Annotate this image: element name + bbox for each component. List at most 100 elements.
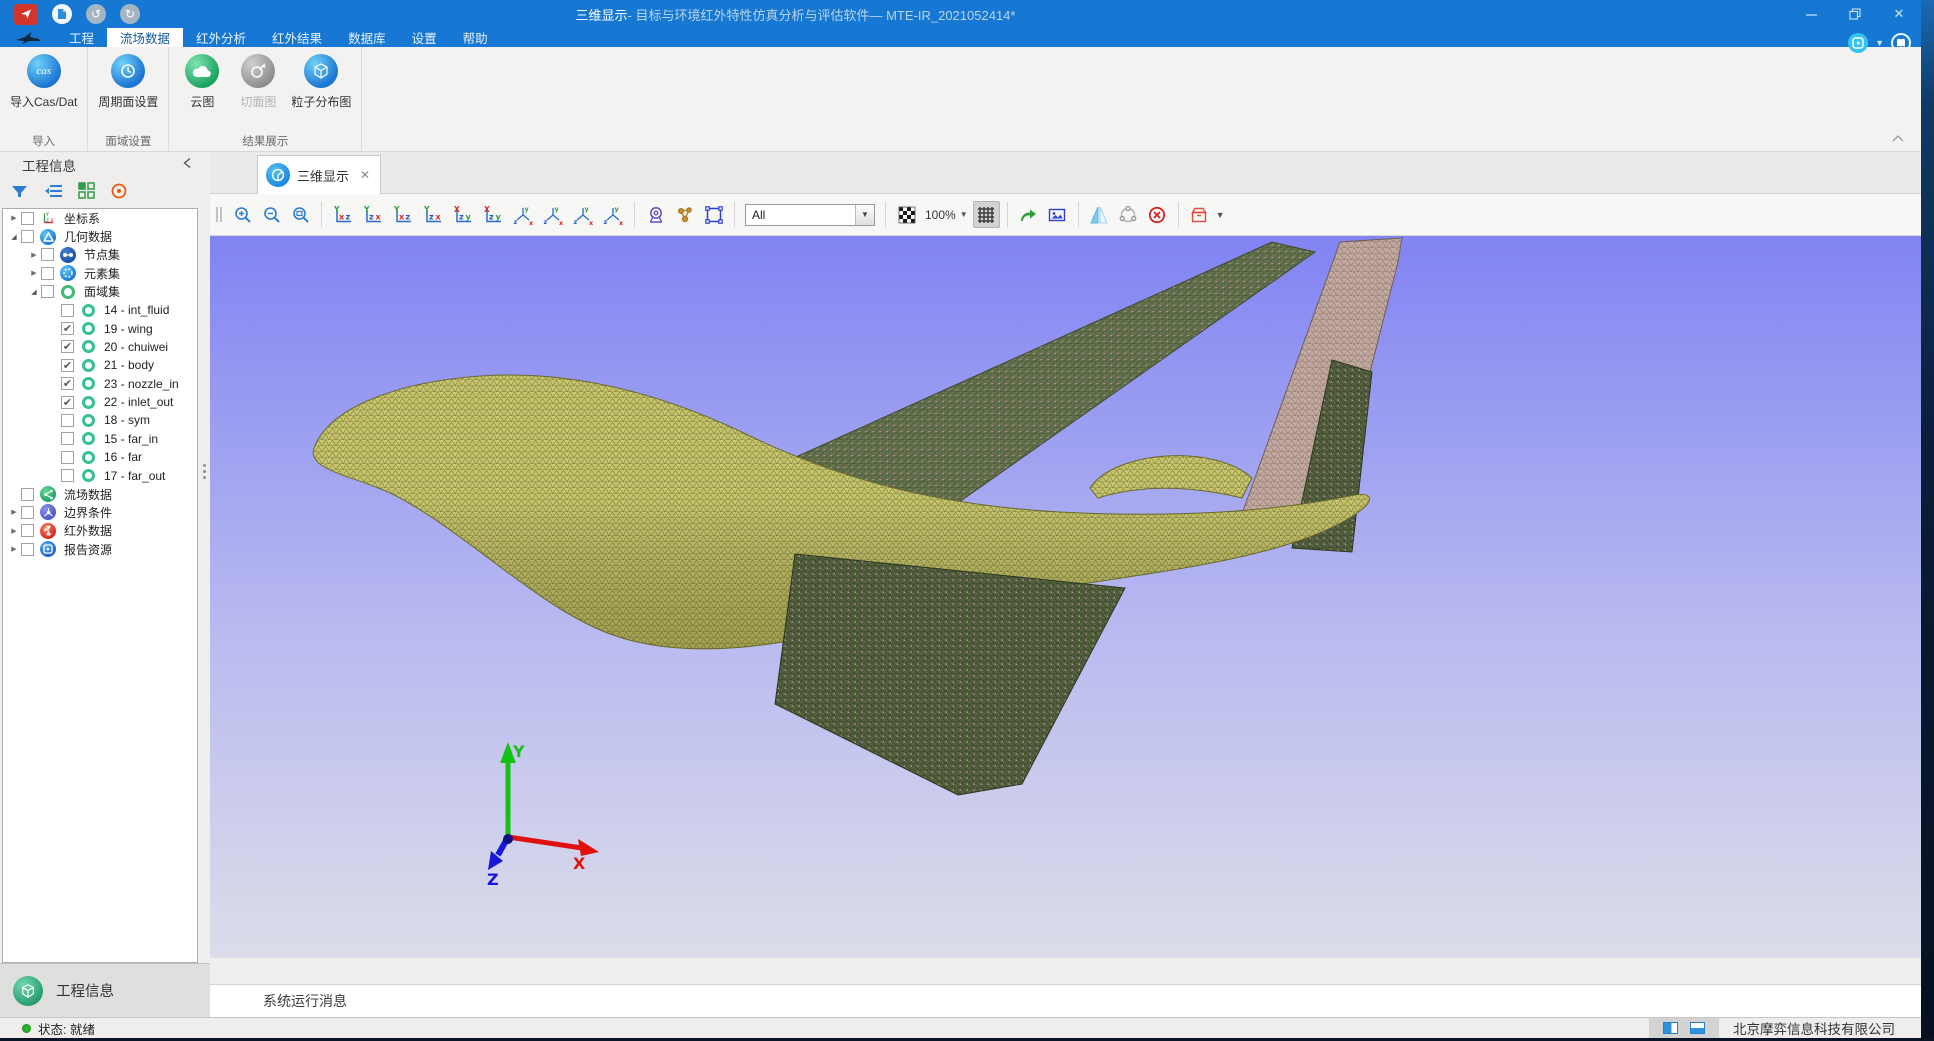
tree-expander-icon[interactable]: ▶ (27, 251, 41, 259)
export-button[interactable] (1015, 201, 1042, 228)
ribbon-collapse-icon[interactable] (1891, 129, 1905, 147)
tree-item[interactable]: 15 - far_in (3, 430, 197, 448)
package-dropdown-icon[interactable]: ▼ (1216, 210, 1225, 220)
tree-expander-icon[interactable]: ◢ (7, 233, 21, 241)
filter-icon[interactable] (10, 183, 29, 204)
tree-checkbox[interactable] (61, 469, 74, 482)
package-button[interactable] (1186, 201, 1213, 228)
panel-splitter[interactable] (200, 152, 210, 963)
tree-item[interactable]: ▶边界条件 (3, 503, 197, 521)
tree-expander-icon[interactable]: ▶ (27, 269, 41, 277)
tree-item[interactable]: 16 - far (3, 448, 197, 466)
restore-button[interactable] (1833, 0, 1877, 28)
tree-checkbox[interactable]: ✔ (61, 340, 74, 353)
tree-item[interactable]: ▶元素集 (3, 264, 197, 282)
mesh-display-toggle[interactable] (973, 201, 1000, 228)
perspective-camera-button[interactable] (642, 201, 669, 228)
zoom-out-button[interactable] (258, 201, 285, 228)
tree-checkbox[interactable] (41, 248, 54, 261)
tree-item[interactable]: ◢面域集 (3, 283, 197, 301)
tree-item[interactable]: ✔19 - wing (3, 319, 197, 337)
tree-item[interactable]: ▶Yzx坐标系 (3, 209, 197, 227)
particle-distribution-button[interactable]: 粒子分布图 (291, 54, 351, 110)
tree-item[interactable]: ▶节点集 (3, 246, 197, 264)
tree-checkbox[interactable] (21, 543, 34, 556)
tree-checkbox[interactable] (41, 285, 54, 298)
tree-item[interactable]: ✔23 - nozzle_in (3, 375, 197, 393)
help-book-icon[interactable] (1891, 33, 1911, 53)
menu-tab-流场数据[interactable]: 流场数据 (107, 28, 183, 47)
tree-item[interactable]: 流场数据 (3, 485, 197, 503)
tree-checkbox[interactable] (61, 414, 74, 427)
tree-checkbox[interactable] (21, 230, 34, 243)
tab-3d-display[interactable]: 三维显示 ✕ (257, 155, 381, 194)
view-orientation-button[interactable]: Xzy (480, 201, 506, 228)
video-help-icon[interactable] (1848, 33, 1868, 53)
view-orientation-button[interactable]: Yxz (390, 201, 416, 228)
link-ring-button[interactable] (1115, 201, 1142, 228)
tree-checkbox[interactable]: ✔ (61, 322, 74, 335)
region-filter-dropdown[interactable]: All ▼ (745, 204, 875, 226)
mirror-button[interactable] (1086, 201, 1113, 228)
tree-item[interactable]: ◢几何数据 (3, 227, 197, 245)
view-orientation-button[interactable]: yzx (570, 201, 596, 228)
zoom-fit-button[interactable] (287, 201, 314, 228)
view-orientation-button[interactable]: Yzx (420, 201, 446, 228)
collapse-panel-icon[interactable] (182, 156, 192, 174)
periodic-face-settings-button[interactable]: 周期面设置 (98, 54, 158, 110)
tree-item[interactable]: ▶红外数据 (3, 522, 197, 540)
tree-item[interactable]: 17 - far_out (3, 466, 197, 484)
tree-checkbox[interactable] (21, 524, 34, 537)
tree-expander-icon[interactable]: ▶ (7, 545, 21, 553)
dock-left-icon[interactable] (1663, 1022, 1678, 1034)
view-orientation-button[interactable]: yzx (600, 201, 626, 228)
tree-checkbox[interactable]: ✔ (61, 396, 74, 409)
menu-tab-设置[interactable]: 设置 (399, 28, 450, 47)
menu-tab-红外分析[interactable]: 红外分析 (183, 28, 259, 47)
menu-tab-工程[interactable]: 工程 (56, 28, 107, 47)
tree-checkbox[interactable] (21, 506, 34, 519)
tree-item[interactable]: 14 - int_fluid (3, 301, 197, 319)
tree-item[interactable]: 18 - sym (3, 411, 197, 429)
tree-expander-icon[interactable]: ▶ (7, 214, 21, 222)
zoom-level-dropdown[interactable]: 100%▼ (925, 208, 968, 222)
tree-checkbox[interactable] (21, 212, 34, 225)
menu-tab-数据库[interactable]: 数据库 (335, 28, 399, 47)
menu-tab-红外结果[interactable]: 红外结果 (259, 28, 335, 47)
view-orientation-button[interactable]: yzx (540, 201, 566, 228)
outline-list-icon[interactable] (44, 183, 63, 204)
tree-checkbox[interactable] (61, 304, 74, 317)
tree-item[interactable]: ✔20 - chuiwei (3, 338, 197, 356)
toolbar-drag-handle[interactable] (216, 207, 222, 222)
tree-expander-icon[interactable]: ◢ (27, 288, 41, 296)
tree-checkbox[interactable] (21, 488, 34, 501)
close-button[interactable]: ✕ (1877, 0, 1921, 28)
box-select-button[interactable] (700, 201, 727, 228)
screenshot-button[interactable] (1044, 201, 1071, 228)
3d-viewport[interactable]: Y X Z (210, 236, 1921, 958)
zoom-in-button[interactable] (229, 201, 256, 228)
tree-item[interactable]: ▶报告资源 (3, 540, 197, 558)
tab-close-icon[interactable]: ✕ (360, 168, 370, 182)
tree-expander-icon[interactable]: ▶ (7, 508, 21, 516)
dropdown-arrow-icon[interactable]: ▼ (855, 205, 874, 225)
chevron-down-icon[interactable]: ▼ (1875, 38, 1884, 48)
target-icon[interactable] (110, 182, 128, 205)
view-orientation-button[interactable]: Yxz (330, 201, 356, 228)
contour-plot-button[interactable]: 云图 (179, 54, 225, 110)
tree-item[interactable]: ✔22 - inlet_out (3, 393, 197, 411)
dock-bottom-icon[interactable] (1690, 1022, 1705, 1034)
view-orientation-button[interactable]: Yzx (360, 201, 386, 228)
tree-item[interactable]: ✔21 - body (3, 356, 197, 374)
node-display-button[interactable] (671, 201, 698, 228)
tree-checkbox[interactable]: ✔ (61, 359, 74, 372)
transparency-button[interactable] (893, 201, 920, 228)
view-orientation-button[interactable]: Xzy (450, 201, 476, 228)
tree-checkbox[interactable] (61, 432, 74, 445)
minimize-button[interactable] (1789, 0, 1833, 28)
cancel-button[interactable] (1144, 201, 1171, 228)
tree-checkbox[interactable] (61, 451, 74, 464)
import-cas-dat-button[interactable]: cas 导入Cas/Dat (10, 54, 77, 110)
menu-tab-帮助[interactable]: 帮助 (450, 28, 501, 47)
grid-view-icon[interactable] (78, 182, 95, 204)
